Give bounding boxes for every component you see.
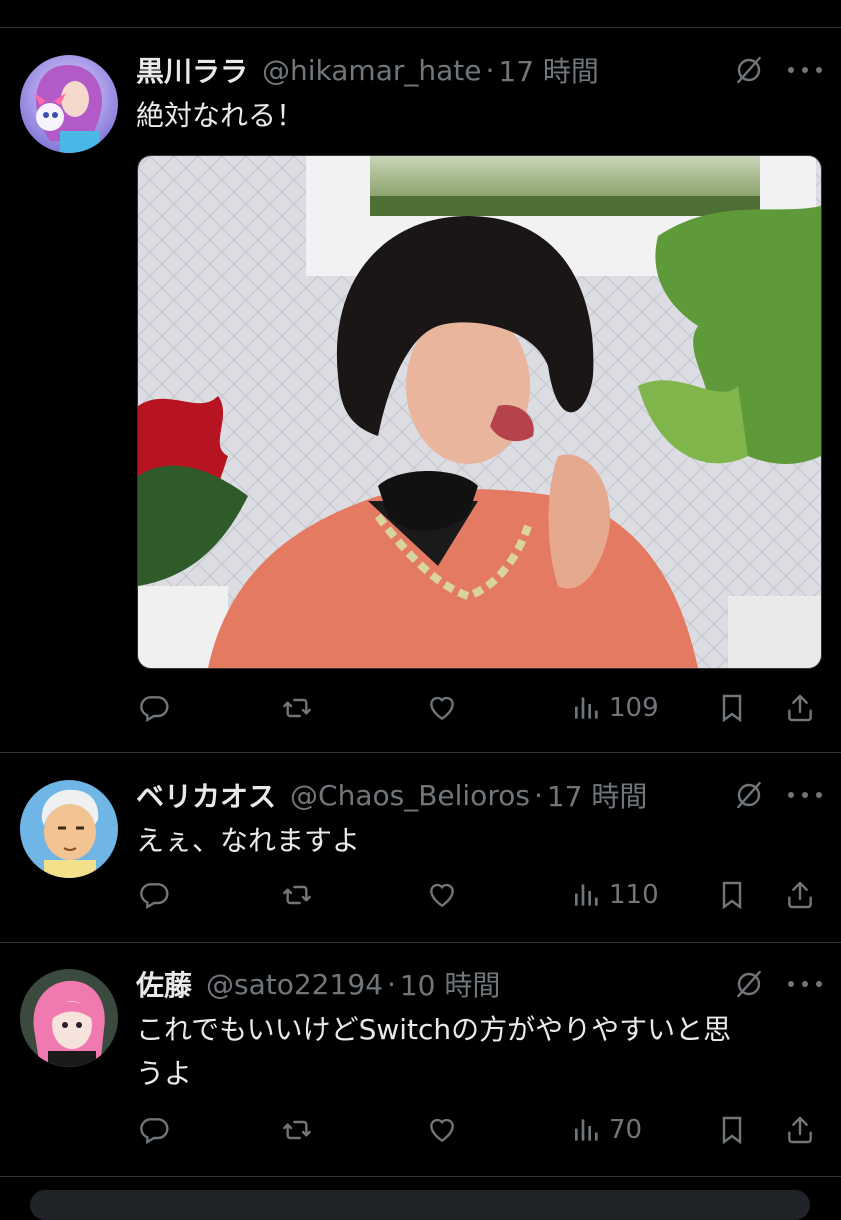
repost-button[interactable] <box>281 873 313 917</box>
top-divider <box>0 27 841 28</box>
views-button[interactable]: 70 <box>571 1108 642 1152</box>
repost-button[interactable] <box>281 1108 313 1152</box>
views-count: 70 <box>609 1115 643 1145</box>
share-icon <box>784 1114 816 1146</box>
avatar[interactable] <box>20 55 118 153</box>
post-header: 黒川ララ @hikamar_hate · 17 時間 <box>136 50 599 90</box>
post-text-line: これでもいいけどSwitchの方がやりやすいと思 <box>136 1013 732 1046</box>
more-icon[interactable] <box>788 968 822 1000</box>
post-actions: 109 <box>0 686 841 730</box>
post-image[interactable] <box>137 155 822 669</box>
views-button[interactable]: 110 <box>571 873 659 917</box>
post-header: ベリカオス @Chaos_Belioros · 17 時間 <box>136 775 647 815</box>
grok-icon[interactable] <box>733 968 765 1000</box>
post-divider <box>0 752 841 753</box>
reply-icon <box>138 692 170 724</box>
like-button[interactable] <box>426 873 458 917</box>
bottom-bar <box>30 1190 810 1220</box>
bookmark-button[interactable] <box>716 873 748 917</box>
like-icon <box>426 879 458 911</box>
views-icon <box>571 692 603 724</box>
post-text-line: えぇ、なれますよ <box>136 824 361 857</box>
bookmark-icon <box>716 1114 748 1146</box>
reply-button[interactable] <box>138 1108 170 1152</box>
separator: · <box>533 778 543 812</box>
share-icon <box>784 879 816 911</box>
display-name[interactable]: 佐藤 <box>136 964 192 1004</box>
like-icon <box>426 1114 458 1146</box>
reply-button[interactable] <box>138 873 170 917</box>
bookmark-button[interactable] <box>716 1108 748 1152</box>
display-name[interactable]: ベリカオス <box>136 775 276 815</box>
like-icon <box>426 692 458 724</box>
avatar[interactable] <box>20 969 118 1067</box>
views-count: 110 <box>609 880 659 910</box>
display-name[interactable]: 黒川ララ <box>136 50 248 90</box>
views-icon <box>571 1114 603 1146</box>
post-text: えぇ、なれますよ <box>136 819 816 863</box>
bookmark-icon <box>716 879 748 911</box>
post-text-line: うよ <box>136 1057 193 1090</box>
separator: · <box>386 967 396 1001</box>
share-button[interactable] <box>784 686 816 730</box>
repost-icon <box>281 879 313 911</box>
repost-icon <box>281 1114 313 1146</box>
grok-icon[interactable] <box>733 54 765 86</box>
post-actions: 110 <box>0 873 841 917</box>
reply-button[interactable] <box>138 686 170 730</box>
grok-icon[interactable] <box>733 779 765 811</box>
post-text-line: 絶対なれる！ <box>136 99 305 132</box>
post-text: 絶対なれる！ <box>136 94 816 138</box>
post-divider <box>0 1176 841 1177</box>
reply-icon <box>138 1114 170 1146</box>
timestamp[interactable]: 17 時間 <box>547 775 648 815</box>
post-divider <box>0 942 841 943</box>
share-button[interactable] <box>784 873 816 917</box>
views-button[interactable]: 109 <box>571 686 659 730</box>
reply-icon <box>138 879 170 911</box>
user-handle[interactable]: @Chaos_Belioros <box>290 779 530 812</box>
views-icon <box>571 879 603 911</box>
repost-icon <box>281 692 313 724</box>
more-icon[interactable] <box>788 54 822 86</box>
share-button[interactable] <box>784 1108 816 1152</box>
user-handle[interactable]: @hikamar_hate <box>262 54 481 87</box>
share-icon <box>784 692 816 724</box>
post-text: これでもいいけどSwitchの方がやりやすいと思 うよ <box>136 1008 816 1096</box>
user-handle[interactable]: @sato22194 <box>206 968 383 1001</box>
repost-button[interactable] <box>281 686 313 730</box>
post-actions: 70 <box>0 1108 841 1152</box>
separator: · <box>485 53 495 87</box>
timestamp[interactable]: 17 時間 <box>498 50 599 90</box>
more-icon[interactable] <box>788 779 822 811</box>
avatar[interactable] <box>20 780 118 878</box>
post-header: 佐藤 @sato22194 · 10 時間 <box>136 964 500 1004</box>
like-button[interactable] <box>426 1108 458 1152</box>
bookmark-button[interactable] <box>716 686 748 730</box>
timestamp[interactable]: 10 時間 <box>400 964 501 1004</box>
bookmark-icon <box>716 692 748 724</box>
views-count: 109 <box>609 693 659 723</box>
like-button[interactable] <box>426 686 458 730</box>
